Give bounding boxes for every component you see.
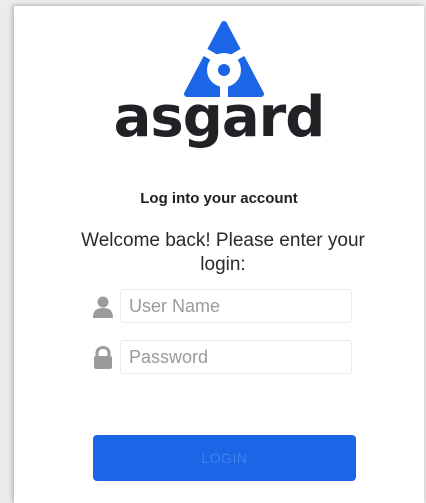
user-icon [93, 296, 113, 318]
lock-icon [94, 346, 112, 369]
login-button[interactable]: LOGIN [93, 435, 356, 481]
password-input[interactable] [120, 340, 352, 374]
password-row [92, 340, 354, 376]
brand-wordmark: asgard [113, 85, 326, 150]
welcome-message: Welcome back! Please enter your login: [81, 230, 365, 275]
username-input[interactable] [120, 289, 352, 323]
login-card: asgard Log into your account Welcome bac… [14, 6, 424, 503]
page-subtitle: Log into your account [140, 190, 298, 207]
username-row [92, 289, 354, 325]
